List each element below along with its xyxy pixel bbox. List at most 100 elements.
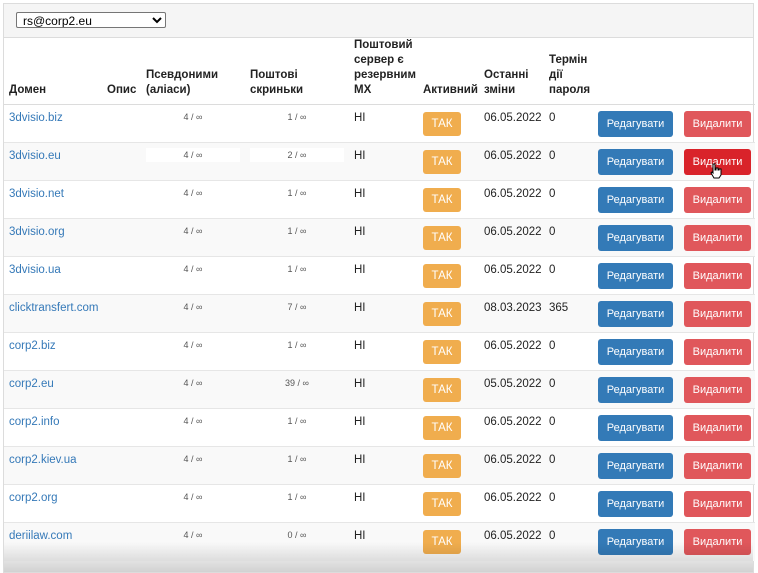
edit-cell: Редагувати bbox=[593, 256, 679, 295]
edit-button[interactable]: Редагувати bbox=[598, 491, 673, 517]
header-backup-mx[interactable]: Поштовий сервер є резервним MX bbox=[349, 38, 418, 105]
mailboxes-count[interactable]: 0 / ∞ bbox=[250, 530, 344, 540]
edit-button[interactable]: Редагувати bbox=[598, 339, 673, 365]
aliases-count[interactable]: 4 / ∞ bbox=[146, 378, 240, 388]
aliases-count[interactable]: 4 / ∞ bbox=[146, 416, 240, 426]
active-badge[interactable]: ТАК bbox=[423, 416, 461, 440]
edit-button[interactable]: Редагувати bbox=[598, 529, 673, 555]
mailboxes-count[interactable]: 1 / ∞ bbox=[250, 264, 344, 274]
domain-link[interactable]: 3dvisio.net bbox=[9, 188, 64, 200]
delete-button[interactable]: Видалити bbox=[684, 225, 751, 251]
active-badge[interactable]: ТАК bbox=[423, 264, 461, 288]
delete-button[interactable]: Видалити bbox=[684, 263, 751, 289]
edit-button[interactable]: Редагувати bbox=[598, 301, 673, 327]
domain-link[interactable]: 3dvisio.ua bbox=[9, 264, 61, 276]
header-active[interactable]: Активний bbox=[418, 38, 479, 105]
mailboxes-cell: 1 / ∞ bbox=[245, 180, 349, 219]
active-badge[interactable]: ТАК bbox=[423, 378, 461, 402]
aliases-count[interactable]: 4 / ∞ bbox=[146, 264, 240, 274]
expiry-cell: 0 bbox=[544, 142, 593, 181]
modified-cell: 06.05.2022 bbox=[479, 484, 544, 523]
aliases-count[interactable]: 4 / ∞ bbox=[146, 112, 240, 122]
delete-button[interactable]: Видалити bbox=[684, 149, 751, 179]
aliases-count[interactable]: 4 / ∞ bbox=[146, 340, 240, 350]
domain-link[interactable]: 3dvisio.org bbox=[9, 226, 65, 238]
last-modified-value: 06.05.2022 bbox=[484, 112, 542, 124]
mailboxes-count[interactable]: 39 / ∞ bbox=[250, 378, 344, 388]
edit-button[interactable]: Редагувати bbox=[598, 187, 673, 213]
table-header-row: Домен Опис Псевдоними (аліаси) Поштові с… bbox=[4, 38, 755, 105]
active-badge[interactable]: ТАК bbox=[423, 226, 461, 250]
aliases-count[interactable]: 4 / ∞ bbox=[146, 454, 240, 464]
aliases-count[interactable]: 4 / ∞ bbox=[146, 188, 240, 198]
edit-button[interactable]: Редагувати bbox=[598, 415, 673, 441]
edit-button[interactable]: Редагувати bbox=[598, 149, 673, 175]
mailboxes-count[interactable]: 1 / ∞ bbox=[250, 492, 344, 502]
aliases-count[interactable]: 4 / ∞ bbox=[146, 150, 240, 160]
active-badge[interactable]: ТАК bbox=[423, 340, 461, 364]
active-badge[interactable]: ТАК bbox=[423, 454, 461, 478]
edit-button[interactable]: Редагувати bbox=[598, 263, 673, 289]
domain-link[interactable]: corp2.info bbox=[9, 416, 60, 428]
domain-link[interactable]: corp2.kiev.ua bbox=[9, 454, 77, 466]
edit-button[interactable]: Редагувати bbox=[598, 377, 673, 403]
mailboxes-count[interactable]: 1 / ∞ bbox=[250, 454, 344, 464]
password-expiry-value: 0 bbox=[549, 340, 556, 352]
domain-link[interactable]: corp2.biz bbox=[9, 340, 56, 352]
delete-button[interactable]: Видалити bbox=[684, 377, 751, 403]
account-select[interactable]: rs@corp2.eu bbox=[16, 12, 166, 28]
backup-mx-cell: НІ bbox=[349, 408, 418, 447]
password-expiry-value: 0 bbox=[549, 492, 556, 504]
edit-button[interactable]: Редагувати bbox=[598, 111, 673, 137]
edit-cell: Редагувати bbox=[593, 180, 679, 219]
header-domain[interactable]: Домен bbox=[4, 38, 102, 105]
delete-button[interactable]: Видалити bbox=[684, 111, 751, 137]
active-badge[interactable]: ТАК bbox=[423, 492, 461, 516]
domain-link[interactable]: corp2.org bbox=[9, 492, 58, 504]
active-badge[interactable]: ТАК bbox=[423, 112, 461, 136]
active-badge[interactable]: ТАК bbox=[423, 150, 461, 174]
delete-button[interactable]: Видалити bbox=[684, 187, 751, 213]
header-description[interactable]: Опис bbox=[102, 38, 141, 105]
edit-button[interactable]: Редагувати bbox=[598, 453, 673, 479]
header-mailboxes[interactable]: Поштові скриньки bbox=[245, 38, 349, 105]
delete-button[interactable]: Видалити bbox=[684, 339, 751, 365]
active-badge[interactable]: ТАК bbox=[423, 188, 461, 212]
active-badge[interactable]: ТАК bbox=[423, 302, 461, 326]
mailboxes-count[interactable]: 1 / ∞ bbox=[250, 112, 344, 122]
modified-cell: 05.05.2022 bbox=[479, 370, 544, 409]
aliases-count[interactable]: 4 / ∞ bbox=[146, 530, 240, 540]
mailboxes-count[interactable]: 1 / ∞ bbox=[250, 188, 344, 198]
mailboxes-count[interactable]: 2 / ∞ bbox=[250, 150, 344, 160]
aliases-count[interactable]: 4 / ∞ bbox=[146, 302, 240, 312]
aliases-count[interactable]: 4 / ∞ bbox=[146, 226, 240, 236]
aliases-count[interactable]: 4 / ∞ bbox=[146, 492, 240, 502]
delete-button[interactable]: Видалити bbox=[684, 529, 751, 555]
delete-cell: Видалити bbox=[679, 218, 755, 257]
domain-link[interactable]: clicktransfert.com bbox=[9, 302, 98, 314]
edit-button[interactable]: Редагувати bbox=[598, 225, 673, 251]
header-password-expiry[interactable]: Термін дії пароля bbox=[544, 38, 593, 105]
aliases-cell: 4 / ∞ bbox=[141, 446, 245, 485]
delete-button[interactable]: Видалити bbox=[684, 301, 751, 327]
domain-link[interactable]: 3dvisio.biz bbox=[9, 112, 63, 124]
backup-mx-value: НІ bbox=[354, 340, 366, 352]
delete-button[interactable]: Видалити bbox=[684, 453, 751, 479]
backup-mx-value: НІ bbox=[354, 226, 366, 238]
active-cell: ТАК bbox=[418, 484, 479, 523]
domain-link[interactable]: corp2.eu bbox=[9, 378, 54, 390]
delete-button[interactable]: Видалити bbox=[684, 491, 751, 517]
domain-link[interactable]: 3dvisio.eu bbox=[9, 150, 61, 162]
delete-button[interactable]: Видалити bbox=[684, 415, 751, 441]
domain-link[interactable]: deriilaw.com bbox=[9, 530, 72, 542]
mailboxes-count[interactable]: 1 / ∞ bbox=[250, 416, 344, 426]
header-last-modified[interactable]: Останні зміни bbox=[479, 38, 544, 105]
active-badge[interactable]: ТАК bbox=[423, 530, 461, 554]
mailboxes-count[interactable]: 1 / ∞ bbox=[250, 340, 344, 350]
mailboxes-count[interactable]: 7 / ∞ bbox=[250, 302, 344, 312]
mailboxes-count[interactable]: 1 / ∞ bbox=[250, 226, 344, 236]
active-cell: ТАК bbox=[418, 408, 479, 447]
edit-cell: Редагувати bbox=[593, 218, 679, 257]
header-aliases[interactable]: Псевдоними (аліаси) bbox=[141, 38, 245, 105]
description-cell bbox=[102, 180, 141, 219]
